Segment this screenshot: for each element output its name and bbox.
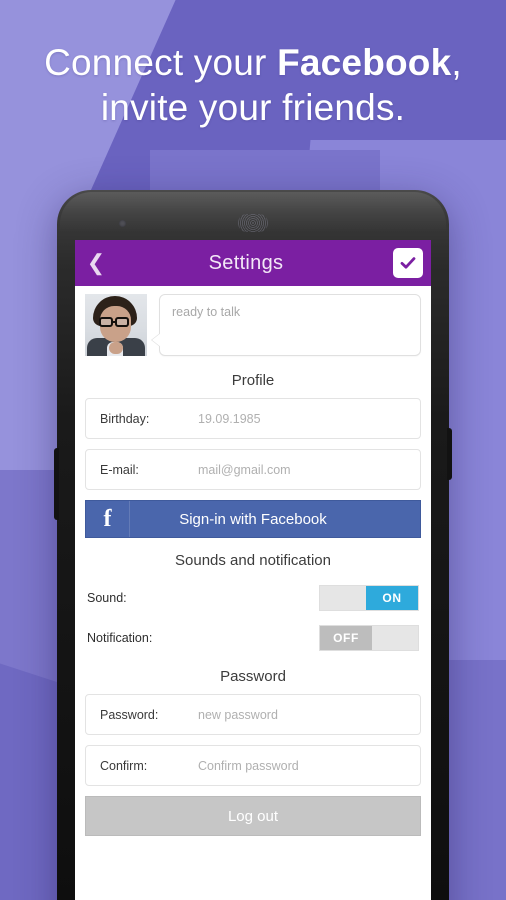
birthday-value: 19.09.1985 xyxy=(198,411,261,426)
section-header-sounds: Sounds and notification xyxy=(175,552,331,569)
birthday-field[interactable]: Birthday: 19.09.1985 xyxy=(85,398,421,439)
avatar-glasses-bridge xyxy=(113,321,116,324)
notification-toggle[interactable]: OFF xyxy=(319,625,419,651)
confirm-password-placeholder: Confirm password xyxy=(198,758,299,773)
password-placeholder: new password xyxy=(198,707,278,722)
promo-headline-bold: Facebook xyxy=(277,42,452,83)
check-icon xyxy=(400,257,416,269)
section-header-password: Password xyxy=(220,668,286,685)
notification-toggle-state: OFF xyxy=(320,626,372,650)
password-label: Password: xyxy=(100,707,159,722)
email-label: E-mail: xyxy=(100,462,139,477)
volume-button[interactable] xyxy=(54,448,59,520)
settings-content: ready to talk Profile Birthday: 19.09.19… xyxy=(75,286,431,900)
avatar[interactable] xyxy=(85,294,147,356)
promo-headline: Connect your Facebook, invite your frien… xyxy=(0,40,506,130)
sound-toggle[interactable]: ON xyxy=(319,585,419,611)
earpiece-speaker-icon xyxy=(238,214,268,232)
birthday-label: Birthday: xyxy=(100,411,150,426)
status-message-placeholder: ready to talk xyxy=(172,305,241,319)
confirm-button[interactable] xyxy=(393,248,423,278)
proximity-sensor-icon xyxy=(119,220,126,227)
notification-label: Notification: xyxy=(87,631,153,645)
power-button[interactable] xyxy=(447,428,452,480)
page-title: Settings xyxy=(208,251,284,274)
sound-row: Sound: ON xyxy=(85,578,421,618)
profile-row: ready to talk xyxy=(85,286,421,362)
confirm-password-label: Confirm: xyxy=(100,758,148,773)
avatar-hand xyxy=(109,342,123,354)
email-value: mail@gmail.com xyxy=(198,462,291,477)
promo-headline-plain: Connect your xyxy=(44,42,278,83)
section-header-profile: Profile xyxy=(231,372,275,389)
app-bar: ❮ Settings xyxy=(75,240,431,286)
notification-row: Notification: OFF xyxy=(85,618,421,658)
logout-button[interactable]: Log out xyxy=(85,796,421,836)
speech-bubble-tail-fill xyxy=(152,333,161,347)
email-field[interactable]: E-mail: mail@gmail.com xyxy=(85,449,421,490)
facebook-signin-button[interactable]: f Sign-in with Facebook xyxy=(85,500,421,538)
promo-headline-line2: invite your friends. xyxy=(100,87,406,128)
facebook-icon: f xyxy=(86,501,130,537)
facebook-signin-label: Sign-in with Facebook xyxy=(179,510,327,528)
sound-toggle-state: ON xyxy=(366,586,418,610)
sound-label: Sound: xyxy=(87,591,127,605)
avatar-glasses-left xyxy=(99,317,113,327)
avatar-glasses-right xyxy=(115,317,129,327)
promo-headline-comma: , xyxy=(451,42,462,83)
logout-label: Log out xyxy=(227,807,279,825)
confirm-password-field[interactable]: Confirm: Confirm password xyxy=(85,745,421,786)
status-message-input[interactable]: ready to talk xyxy=(151,294,421,356)
phone-screen: ❮ Settings ready to talk Profile Birthda… xyxy=(75,240,431,900)
password-field[interactable]: Password: new password xyxy=(85,694,421,735)
phone-device-mockup: ❮ Settings ready to talk Profile Birthda… xyxy=(54,190,452,900)
